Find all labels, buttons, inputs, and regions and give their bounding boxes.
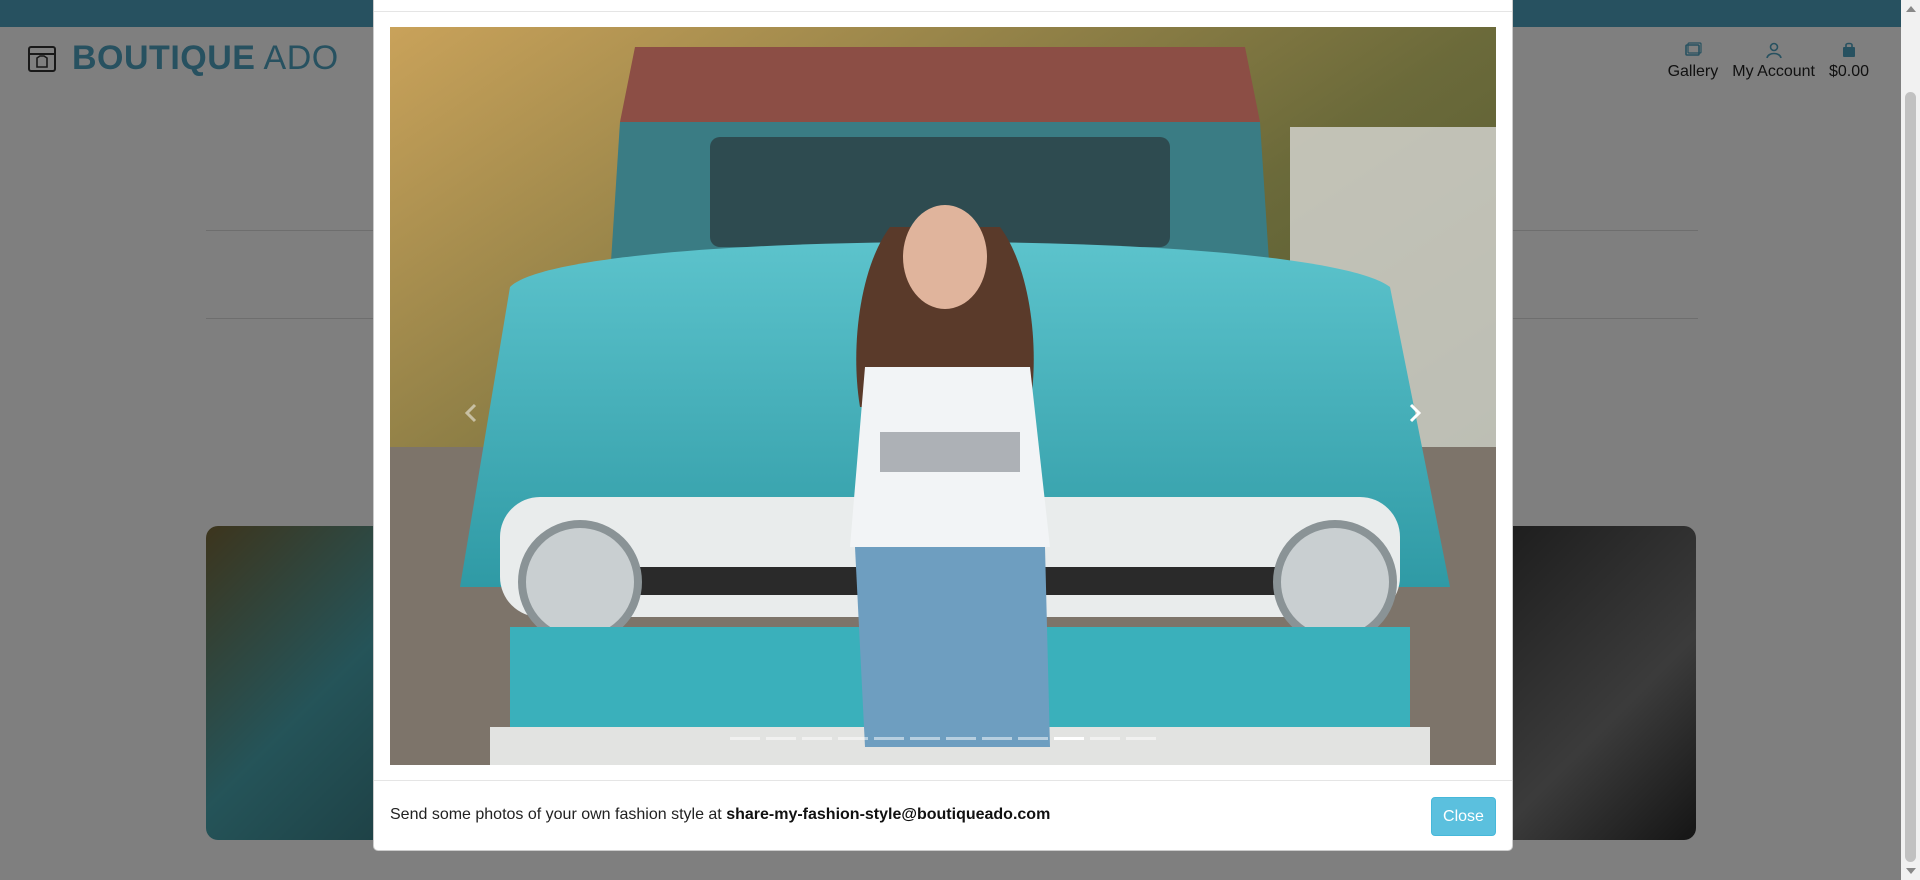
carousel-indicator[interactable] xyxy=(946,737,976,740)
carousel-photo xyxy=(390,27,1496,765)
carousel-indicator[interactable] xyxy=(1018,737,1048,740)
carousel-indicator[interactable] xyxy=(838,737,868,740)
carousel-indicator[interactable] xyxy=(874,737,904,740)
carousel-indicator[interactable] xyxy=(1126,737,1156,740)
carousel-indicator[interactable] xyxy=(982,737,1012,740)
close-button[interactable]: Close xyxy=(1431,797,1496,836)
modal-header-divider xyxy=(374,11,1512,12)
share-message-text: Send some photos of your own fashion sty… xyxy=(390,806,722,823)
carousel-indicator[interactable] xyxy=(1054,737,1084,740)
gallery-modal: Send some photos of your own fashion sty… xyxy=(373,0,1513,851)
carousel-indicator[interactable] xyxy=(910,737,940,740)
chevron-left-icon xyxy=(464,403,477,423)
share-message: Send some photos of your own fashion sty… xyxy=(390,806,1050,824)
share-email: share-my-fashion-style@boutiqueado.com xyxy=(726,806,1051,823)
carousel-indicators xyxy=(390,737,1496,740)
carousel-indicator[interactable] xyxy=(766,737,796,740)
photo-carousel[interactable] xyxy=(390,27,1496,765)
scrollbar[interactable] xyxy=(1901,0,1920,880)
modal-footer-divider xyxy=(374,780,1512,781)
carousel-prev-button[interactable] xyxy=(460,401,484,425)
scroll-down-arrow[interactable] xyxy=(1906,868,1916,874)
carousel-indicator[interactable] xyxy=(730,737,760,740)
carousel-indicator[interactable] xyxy=(1090,737,1120,740)
scroll-up-arrow[interactable] xyxy=(1906,6,1916,12)
scrollbar-thumb[interactable] xyxy=(1905,92,1916,862)
carousel-indicator[interactable] xyxy=(802,737,832,740)
carousel-next-button[interactable] xyxy=(1402,401,1426,425)
chevron-right-icon xyxy=(1409,403,1422,423)
